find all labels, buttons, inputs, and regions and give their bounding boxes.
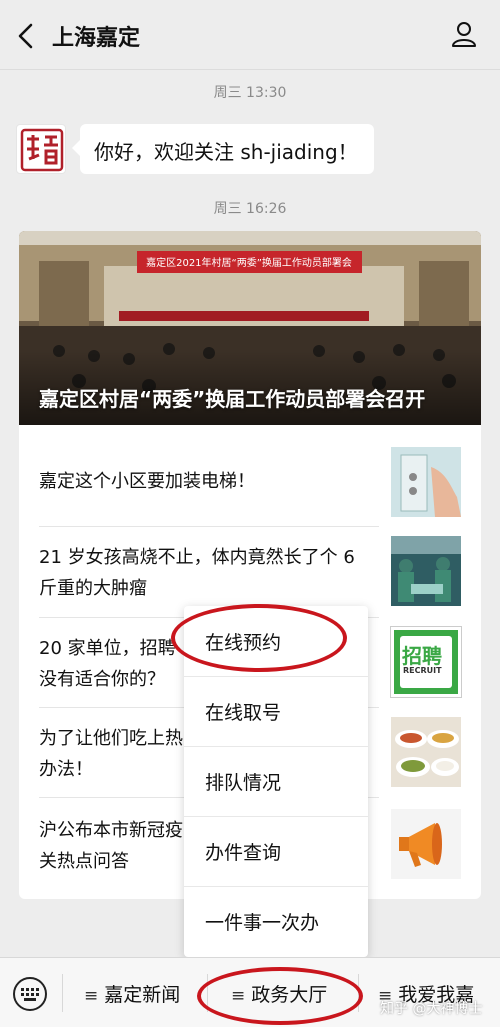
keyboard-icon[interactable]: [12, 976, 48, 1012]
menu-item-one-thing[interactable]: 一件事一次办: [184, 886, 368, 956]
avatar[interactable]: [16, 124, 66, 174]
menu-item-case-query[interactable]: 办件查询: [184, 816, 368, 886]
article-title: 21 岁女孩高烧不止，体内竟然长了个 6 斤重的大肿瘤: [39, 547, 355, 599]
welcome-message: 你好，欢迎关注 sh-jiading！: [72, 124, 374, 174]
chevron-left-icon[interactable]: [14, 22, 38, 50]
highlight-circle: [197, 967, 363, 1025]
elevator-thumbnail: [391, 447, 461, 517]
timestamp: 周三 13:30: [213, 85, 287, 101]
menu-label: 嘉定新闻: [104, 984, 181, 1006]
menu-news[interactable]: ≡ 嘉定新闻: [84, 980, 180, 1007]
highlight-circle: [171, 604, 347, 672]
timestamp: 周三 16:26: [213, 201, 287, 217]
menu-divider: [62, 974, 63, 1012]
divider: [39, 526, 379, 527]
user-icon[interactable]: [450, 20, 478, 48]
menu-item-queue-status[interactable]: 排队情况: [184, 746, 368, 816]
menu-item-online-ticket[interactable]: 在线取号: [184, 676, 368, 746]
seal-logo-icon: [20, 128, 64, 172]
hero-title[interactable]: 嘉定区村居“两委”换届工作动员部署会召开: [39, 383, 425, 412]
list-item[interactable]: 嘉定这个小区要加装电梯！: [19, 447, 481, 527]
food-thumbnail: [391, 717, 461, 787]
surgery-thumbnail: [391, 536, 461, 606]
menu-lines-icon: ≡: [84, 986, 99, 1006]
top-bar: 上海嘉定: [0, 0, 500, 70]
recruit-thumbnail: 招聘 RECRUIT: [390, 626, 462, 698]
megaphone-thumbnail: [391, 809, 461, 879]
page-title: 上海嘉定: [52, 26, 141, 51]
article-title: 嘉定这个小区要加装电梯！: [39, 471, 255, 492]
watermark: 知乎 @大神博士: [380, 1001, 483, 1017]
banner-text: 嘉定区2021年村居“两委”换届工作动员部署会: [146, 256, 352, 269]
